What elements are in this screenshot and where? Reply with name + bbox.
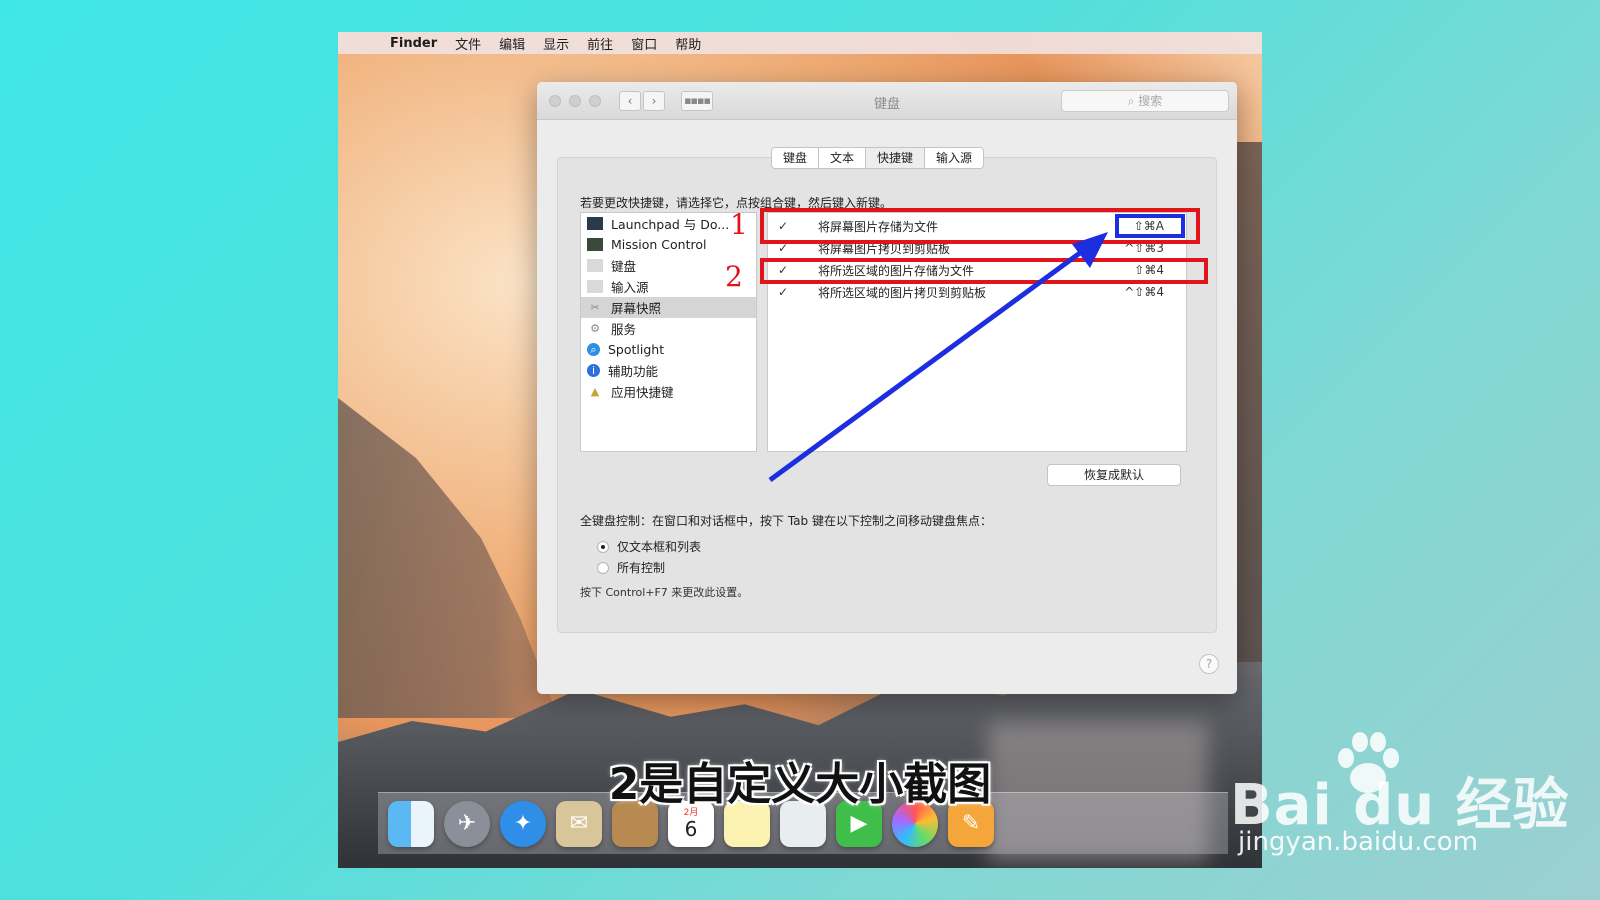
- arrow-shaft: [768, 247, 1086, 483]
- calendar-day: 6: [684, 816, 698, 841]
- baidu-watermark-url: jingyan.baidu.com: [1238, 827, 1478, 857]
- arrow-head: [1072, 232, 1108, 268]
- desktop-screen: Finder 文件 编辑 显示 前往 窗口 帮助 ‹ › ▪▪▪▪ 键盘 ⌕ 搜…: [338, 32, 1262, 868]
